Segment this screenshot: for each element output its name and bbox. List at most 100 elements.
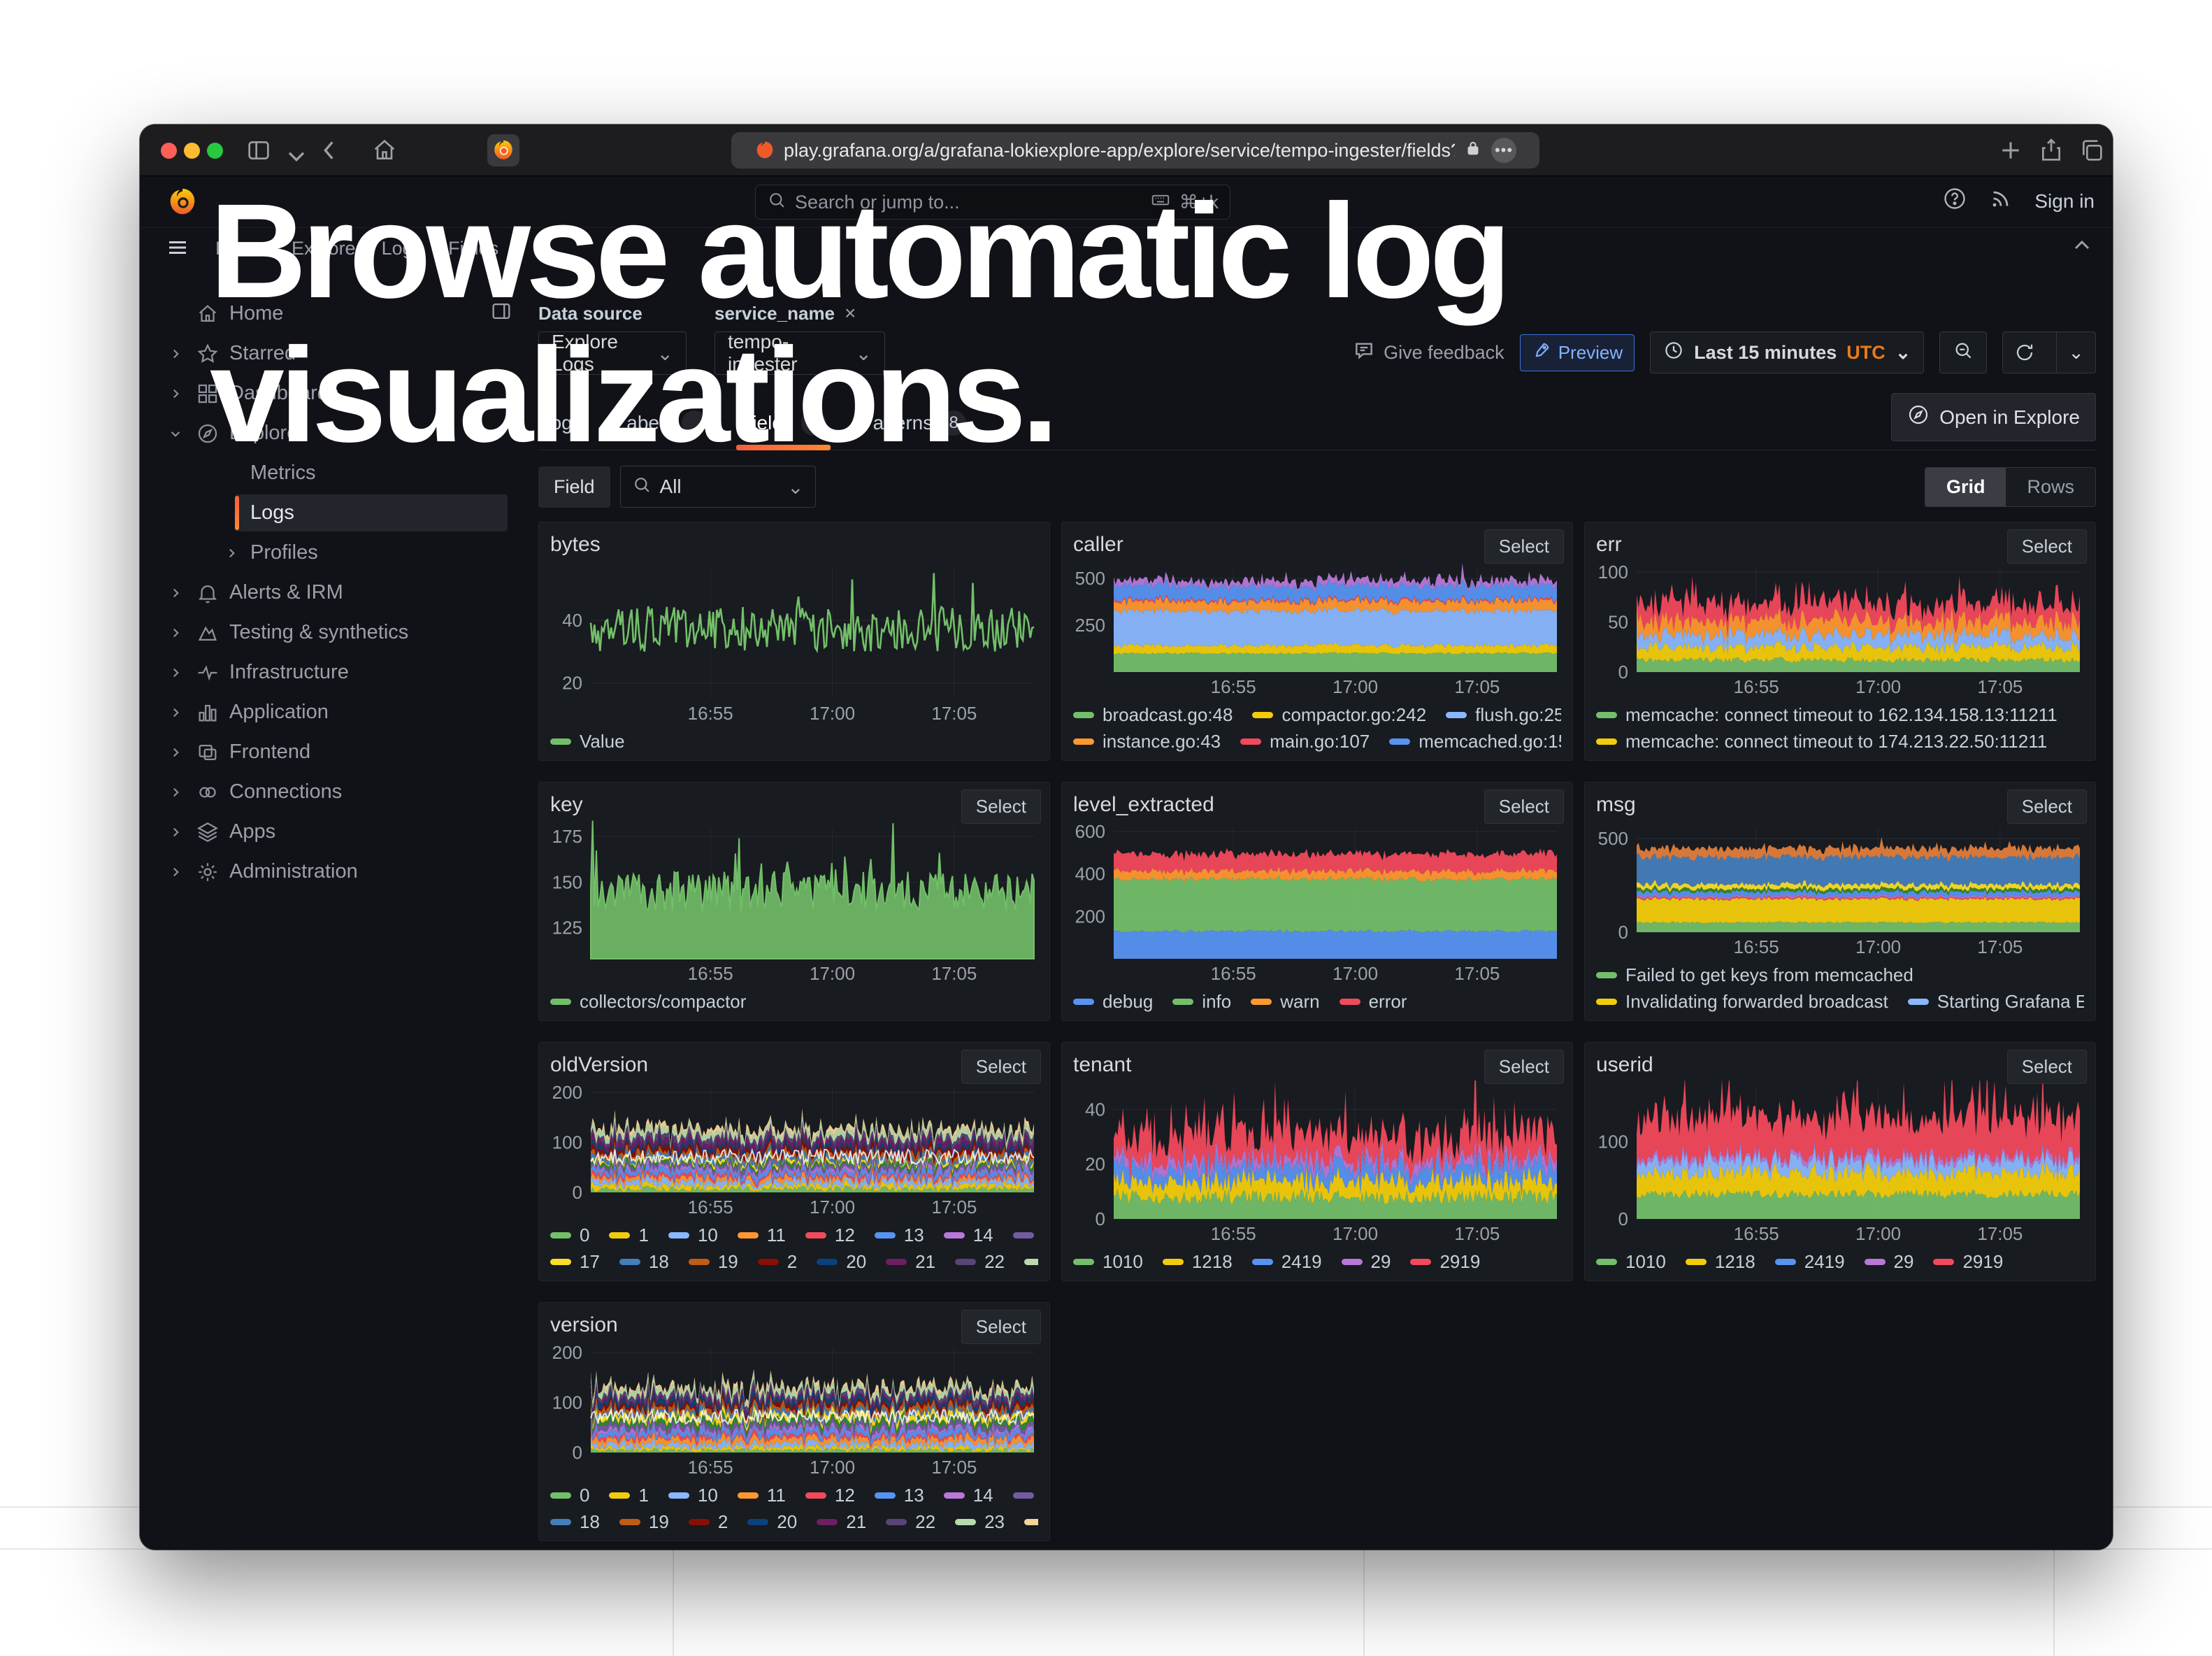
remove-filter-icon[interactable]: × bbox=[845, 302, 856, 324]
new-tab-icon[interactable] bbox=[1997, 136, 2025, 164]
legend-item[interactable]: 17 bbox=[550, 1251, 600, 1273]
legend-item[interactable]: 18 bbox=[550, 1511, 600, 1533]
select-button[interactable]: Select bbox=[961, 790, 1041, 824]
sidebar-item-profiles[interactable]: Profiles bbox=[140, 533, 538, 573]
menu-icon[interactable] bbox=[165, 235, 190, 260]
chevron-up-icon[interactable] bbox=[2069, 234, 2095, 259]
url-bar[interactable]: play.grafana.org/a/grafana-lokiexplore-a… bbox=[731, 132, 1539, 169]
more-options-button[interactable]: ••• bbox=[1491, 138, 1516, 163]
legend-item[interactable]: Starting Grafana Enterpri bbox=[1908, 991, 2084, 1013]
rows-view-button[interactable]: Rows bbox=[2006, 468, 2095, 506]
legend-item[interactable]: memcache: connect timeout to 174.213.22.… bbox=[1596, 731, 2047, 752]
search-input[interactable]: Search or jump to... ⌘+k bbox=[755, 185, 1230, 220]
legend-item[interactable]: 15 bbox=[1013, 1225, 1038, 1246]
legend-item[interactable]: 1 bbox=[609, 1485, 648, 1506]
legend-item[interactable]: 1010 bbox=[1073, 1251, 1143, 1273]
share-icon[interactable] bbox=[2037, 136, 2065, 164]
open-in-explore-button[interactable]: Open in Explore bbox=[1891, 393, 2096, 441]
legend-item[interactable]: 1 bbox=[609, 1225, 648, 1246]
sidebar-toggle-icon[interactable] bbox=[245, 136, 273, 164]
legend-item[interactable]: 2919 bbox=[1933, 1251, 2003, 1273]
legend-item[interactable]: 11 bbox=[738, 1225, 786, 1246]
legend-item[interactable]: Value bbox=[550, 731, 625, 752]
legend-item[interactable]: 18 bbox=[619, 1251, 669, 1273]
select-button[interactable]: Select bbox=[1484, 1050, 1564, 1084]
legend-item[interactable]: 1218 bbox=[1686, 1251, 1755, 1273]
legend-item[interactable]: 2 bbox=[689, 1511, 728, 1533]
sidebar-item-infrastructure[interactable]: Infrastructure bbox=[140, 652, 538, 692]
legend-item[interactable]: 14 bbox=[944, 1485, 993, 1506]
chevron-down-icon[interactable]: ⌄ bbox=[2056, 332, 2095, 373]
legend-item[interactable]: 22 bbox=[955, 1251, 1005, 1273]
breadcrumb-item[interactable]: Fields bbox=[448, 238, 498, 259]
legend-item[interactable]: 10 bbox=[668, 1225, 718, 1246]
legend-item[interactable]: 22 bbox=[886, 1511, 935, 1533]
legend-item[interactable]: 12 bbox=[805, 1225, 855, 1246]
chevron-right-icon[interactable] bbox=[166, 385, 185, 403]
time-range-picker[interactable]: Last 15 minutes UTC ⌄ bbox=[1650, 331, 1924, 373]
breadcrumb-item[interactable]: Home bbox=[215, 238, 266, 259]
legend-item[interactable]: main.go:107 bbox=[1240, 731, 1370, 752]
chevron-right-icon[interactable] bbox=[166, 584, 185, 602]
data-source-select[interactable]: Explore Logs ⌄ bbox=[538, 331, 687, 375]
sidebar-item-administration[interactable]: Administration bbox=[140, 852, 538, 892]
legend-item[interactable]: 23 bbox=[955, 1511, 1005, 1533]
legend-item[interactable]: 14 bbox=[944, 1225, 993, 1246]
minimize-window-button[interactable] bbox=[184, 143, 200, 159]
legend-item[interactable]: 13 bbox=[875, 1225, 924, 1246]
select-button[interactable]: Select bbox=[1484, 529, 1564, 564]
legend-item[interactable]: 19 bbox=[689, 1251, 738, 1273]
legend-item[interactable]: error bbox=[1340, 991, 1407, 1013]
legend-item[interactable]: 24 bbox=[1024, 1511, 1038, 1533]
legend-item[interactable]: warn bbox=[1251, 991, 1319, 1013]
legend-item[interactable]: 2419 bbox=[1252, 1251, 1322, 1273]
grafana-favicon[interactable] bbox=[487, 134, 519, 166]
legend-item[interactable]: broadcast.go:48 bbox=[1073, 704, 1233, 726]
legend-item[interactable]: 0 bbox=[550, 1485, 589, 1506]
sidebar-item-logs[interactable]: Logs bbox=[140, 493, 538, 533]
back-icon[interactable] bbox=[316, 136, 344, 164]
help-icon[interactable] bbox=[1942, 186, 1967, 216]
legend-item[interactable]: 10 bbox=[668, 1485, 718, 1506]
chevron-right-icon[interactable] bbox=[222, 544, 240, 562]
sidebar-item-explore[interactable]: Explore bbox=[140, 413, 538, 453]
tab-fields[interactable]: Fields bbox=[739, 406, 828, 440]
legend-item[interactable]: 19 bbox=[619, 1511, 669, 1533]
legend-item[interactable]: debug bbox=[1073, 991, 1153, 1013]
select-button[interactable]: Select bbox=[2007, 790, 2087, 824]
zoom-out-button[interactable] bbox=[1939, 331, 1987, 373]
legend-item[interactable]: 1218 bbox=[1163, 1251, 1233, 1273]
breadcrumb-item[interactable]: Logs bbox=[382, 238, 423, 259]
sidebar-item-connections[interactable]: Connections bbox=[140, 772, 538, 812]
legend-item[interactable]: 21 bbox=[886, 1251, 935, 1273]
legend-item[interactable]: compactor.go:242 bbox=[1252, 704, 1426, 726]
legend-item[interactable]: flush.go:253 bbox=[1446, 704, 1561, 726]
chevron-right-icon[interactable] bbox=[166, 743, 185, 762]
select-button[interactable]: Select bbox=[1484, 790, 1564, 824]
legend-item[interactable]: memcached.go:153 bbox=[1389, 731, 1561, 752]
sidebar-item-metrics[interactable]: Metrics bbox=[140, 453, 538, 493]
grafana-logo[interactable] bbox=[166, 186, 199, 218]
legend-item[interactable]: 20 bbox=[747, 1511, 797, 1533]
legend-item[interactable]: 21 bbox=[817, 1511, 866, 1533]
legend-item[interactable]: 12 bbox=[805, 1485, 855, 1506]
legend-item[interactable]: instance.go:43 bbox=[1073, 731, 1221, 752]
legend-item[interactable]: 2419 bbox=[1775, 1251, 1845, 1273]
sidebar-item-alerts-irm[interactable]: Alerts & IRM bbox=[140, 573, 538, 613]
legend-item[interactable]: 29 bbox=[1865, 1251, 1914, 1273]
legend-item[interactable]: 2 bbox=[758, 1251, 797, 1273]
legend-item[interactable]: Invalidating forwarded broadcast bbox=[1596, 991, 1888, 1013]
legend-item[interactable]: 0 bbox=[550, 1225, 589, 1246]
chevron-right-icon[interactable] bbox=[166, 664, 185, 682]
chevron-right-icon[interactable] bbox=[166, 624, 185, 642]
refresh-button[interactable]: ⌄ bbox=[2002, 331, 2096, 373]
tab-labels[interactable]: Labels bbox=[615, 406, 709, 440]
chevron-right-icon[interactable] bbox=[166, 704, 185, 722]
sidebar-item-testing-synthetics[interactable]: Testing & synthetics bbox=[140, 613, 538, 652]
legend-item[interactable]: 15 bbox=[1013, 1485, 1038, 1506]
chevron-right-icon[interactable] bbox=[166, 863, 185, 881]
sidebar-item-dashboards[interactable]: Dashboards bbox=[140, 373, 538, 413]
select-button[interactable]: Select bbox=[2007, 529, 2087, 564]
sidebar-item-home[interactable]: Home bbox=[140, 294, 538, 334]
legend-item[interactable]: 29 bbox=[1342, 1251, 1391, 1273]
